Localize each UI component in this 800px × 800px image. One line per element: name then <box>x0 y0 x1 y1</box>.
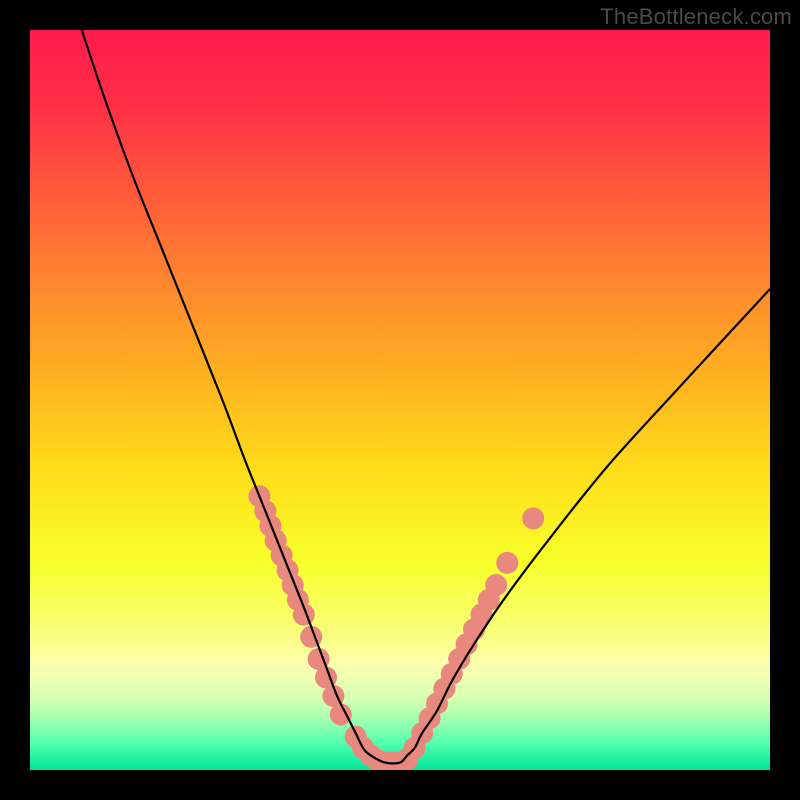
bottleneck-curve <box>82 30 770 764</box>
data-marker <box>485 574 507 596</box>
watermark-text: TheBottleneck.com <box>600 4 792 30</box>
marker-group <box>248 485 544 770</box>
data-marker <box>496 552 518 574</box>
chart-frame: TheBottleneck.com <box>0 0 800 800</box>
chart-svg <box>30 30 770 770</box>
data-marker <box>330 704 352 726</box>
data-marker <box>522 507 544 529</box>
plot-area <box>30 30 770 770</box>
